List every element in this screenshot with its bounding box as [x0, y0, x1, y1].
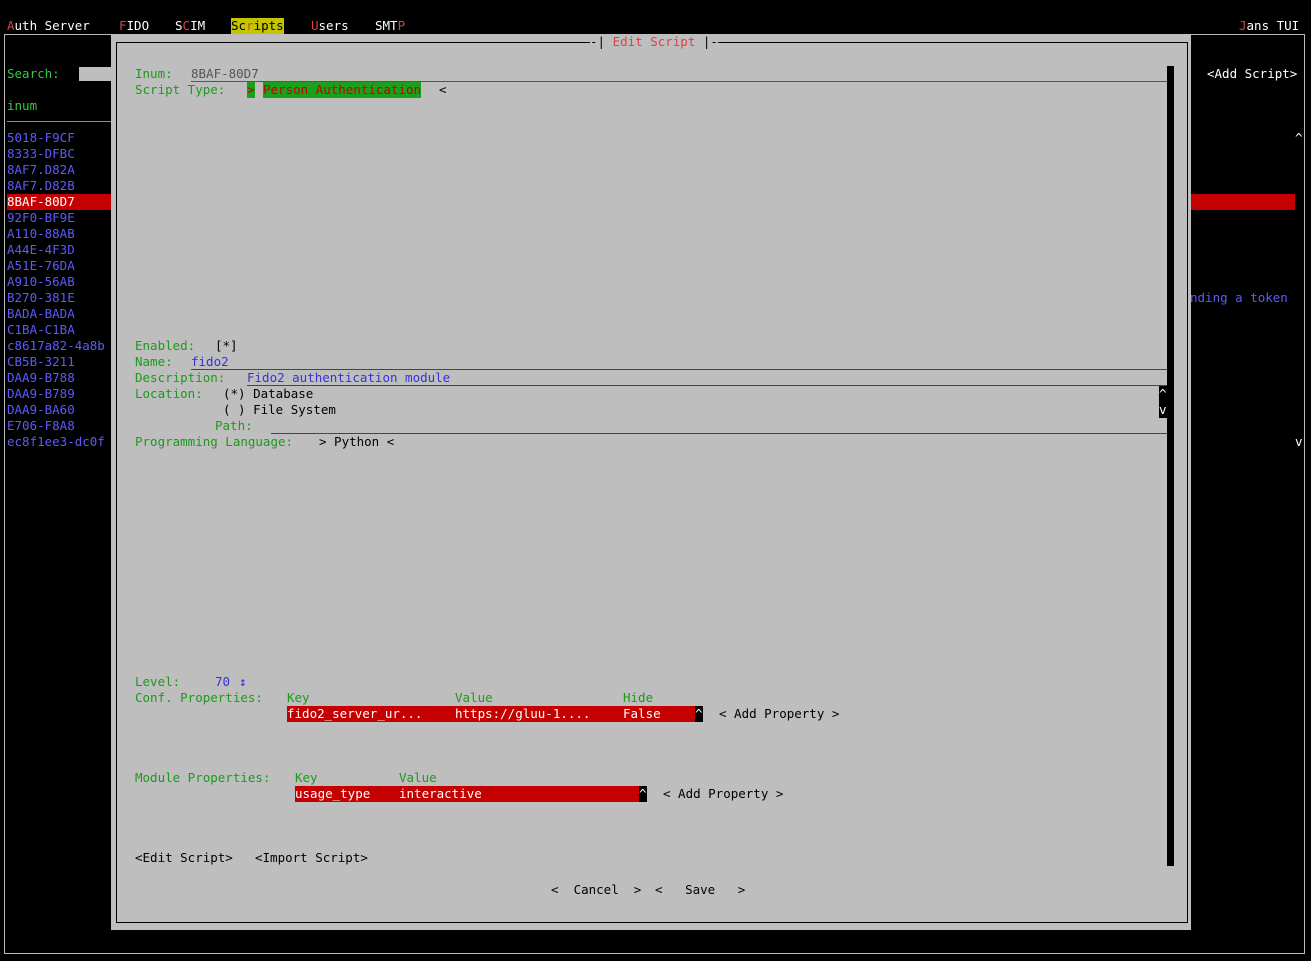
module-property-row[interactable]: usage_type interactive: [295, 786, 639, 802]
script-list-item[interactable]: CB5B-3211: [7, 354, 75, 370]
level-spinner-icon[interactable]: ↕: [239, 674, 247, 690]
header-divider: [7, 121, 111, 122]
list-scroll-down-icon[interactable]: v: [1295, 434, 1303, 450]
dialog-frame: [116, 42, 1188, 923]
level-value[interactable]: 70: [215, 674, 230, 690]
save-button[interactable]: < Save >: [655, 882, 745, 898]
location-filesystem-radio[interactable]: ( ) File System: [223, 402, 336, 418]
menu-scim[interactable]: SCIM: [175, 18, 205, 34]
script-list-item[interactable]: A110-88AB: [7, 226, 75, 242]
module-scroll-up-icon[interactable]: ^: [639, 786, 647, 802]
script-type-arrow: >: [247, 82, 255, 98]
module-header-key: Key: [295, 770, 318, 785]
module-properties-label: Module Properties:: [135, 770, 271, 785]
conf-header-value: Value: [455, 690, 493, 705]
script-list-item[interactable]: ec8f1ee3-dc0f: [7, 434, 105, 450]
column-header-inum: inum: [7, 98, 38, 113]
import-script-button[interactable]: <Import Script>: [255, 850, 368, 866]
path-label: Path:: [215, 418, 253, 433]
script-list-item[interactable]: E706-F8A8: [7, 418, 75, 434]
script-list-item[interactable]: DAA9-B788: [7, 370, 75, 386]
conf-row-value: https://gluu-1....: [455, 706, 591, 721]
script-list-item[interactable]: A44E-4F3D: [7, 242, 75, 258]
add-script-button[interactable]: <Add Script>: [1207, 66, 1297, 82]
cancel-button[interactable]: < Cancel >: [551, 882, 641, 898]
module-add-property-button[interactable]: < Add Property >: [663, 786, 783, 802]
script-list-item[interactable]: DAA9-B789: [7, 386, 75, 402]
script-list-item[interactable]: 8333-DFBC: [7, 146, 75, 162]
location-database-radio[interactable]: (*) Database: [223, 386, 313, 402]
dialog-scrollbar[interactable]: [1167, 66, 1174, 866]
location-scroll-up-icon[interactable]: ^: [1159, 386, 1167, 402]
selected-row-highlight[interactable]: [1190, 194, 1295, 210]
script-list-item[interactable]: A51E-76DA: [7, 258, 75, 274]
app-title: Jans TUI: [1239, 18, 1300, 33]
script-type-select[interactable]: Person Authentication: [263, 82, 422, 98]
conf-row-hide: False: [623, 706, 661, 721]
script-list-item[interactable]: 8AF7.D82B: [7, 178, 75, 194]
path-field[interactable]: [271, 433, 1167, 434]
script-list-item[interactable]: 5018-F9CF: [7, 130, 75, 146]
conf-header-hide: Hide: [623, 690, 654, 705]
module-row-key: usage_type: [295, 786, 371, 801]
location-label: Location:: [135, 386, 203, 401]
top-menu-bar: Auth Server FIDO SCIM Scripts Users SMTP…: [0, 18, 1311, 34]
description-underline: [247, 385, 1167, 386]
script-list-item[interactable]: A910-56AB: [7, 274, 75, 290]
conf-property-row[interactable]: fido2_server_ur... https://gluu-1.... Fa…: [287, 706, 695, 722]
language-select[interactable]: > Python <: [319, 434, 394, 450]
level-label: Level:: [135, 674, 181, 689]
dialog-title-bar: -| Edit Script |-: [590, 34, 718, 50]
conf-header-key: Key: [287, 690, 310, 705]
name-label: Name:: [135, 354, 173, 369]
language-label: Programming Language:: [135, 434, 294, 449]
menu-scripts[interactable]: Scripts: [231, 18, 284, 34]
script-list-item[interactable]: 8BAF-80D7: [7, 194, 111, 210]
enabled-checkbox[interactable]: [*]: [215, 338, 238, 354]
description-label: Description:: [135, 370, 226, 385]
location-scroll-down-icon[interactable]: v: [1159, 402, 1167, 418]
script-list-item[interactable]: c8617a82-4a8b: [7, 338, 105, 354]
conf-add-property-button[interactable]: < Add Property >: [719, 706, 839, 722]
inum-value: 8BAF-80D7: [191, 66, 259, 81]
script-list-item[interactable]: B270-381E: [7, 290, 75, 306]
list-scroll-up-icon[interactable]: ^: [1295, 130, 1303, 146]
search-input[interactable]: [79, 67, 111, 81]
script-list-item[interactable]: 92F0-BF9E: [7, 210, 75, 226]
description-field[interactable]: Fido2 authentication module: [247, 370, 450, 386]
menu-smtp[interactable]: SMTP: [375, 18, 405, 34]
script-description-partial: nding a token: [1190, 290, 1288, 305]
script-list-item[interactable]: DAA9-BA60: [7, 402, 75, 418]
script-list-item[interactable]: C1BA-C1BA: [7, 322, 75, 338]
inum-label: Inum:: [135, 66, 173, 81]
search-label: Search:: [7, 66, 60, 81]
dialog-title: Edit Script: [612, 34, 696, 49]
enabled-label: Enabled:: [135, 338, 196, 353]
conf-row-key: fido2_server_ur...: [287, 706, 423, 721]
conf-properties-label: Conf. Properties:: [135, 690, 263, 705]
module-row-value: interactive: [399, 786, 482, 801]
name-field[interactable]: fido2: [191, 354, 229, 370]
script-list-item[interactable]: 8AF7.D82A: [7, 162, 75, 178]
edit-script-button[interactable]: <Edit Script>: [135, 850, 233, 866]
script-list-item[interactable]: BADA-BADA: [7, 306, 75, 322]
conf-scroll-up-icon[interactable]: ^: [695, 706, 703, 722]
module-header-value: Value: [399, 770, 437, 785]
script-type-close: <: [439, 82, 447, 97]
menu-users[interactable]: Users: [311, 18, 349, 34]
menu-auth-server[interactable]: Auth Server: [7, 18, 90, 34]
menu-fido[interactable]: FIDO: [119, 18, 149, 34]
script-type-label: Script Type:: [135, 82, 226, 97]
